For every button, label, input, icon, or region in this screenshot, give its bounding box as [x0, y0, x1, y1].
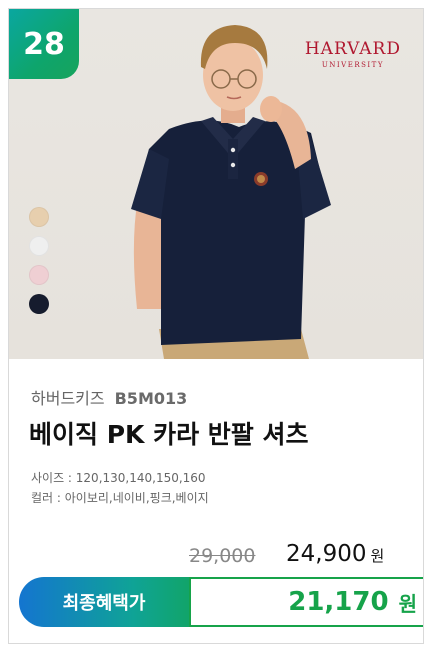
- final-price-unit: 원: [398, 591, 417, 616]
- swatch-navy[interactable]: [29, 294, 49, 314]
- color-info: 컬러 : 아이보리,네이비,핑크,베이지: [31, 491, 209, 505]
- final-price-box: 21,170 원: [189, 577, 423, 627]
- final-price: 21,170: [288, 587, 389, 617]
- sale-price: 24,900: [286, 541, 367, 567]
- brand-logo-sub: UNIVERSITY: [321, 61, 384, 69]
- brand-name: 하버드키즈: [31, 389, 105, 408]
- swatch-ivory[interactable]: [29, 207, 49, 227]
- brand-logo: HARVARD UNIVERSITY: [305, 39, 401, 69]
- size-info: 사이즈 : 120,130,140,150,160: [31, 471, 206, 485]
- sale-price-unit: 원: [370, 547, 385, 565]
- product-code: B5M013: [114, 389, 188, 408]
- product-image[interactable]: 28 HARVARD UNIVERSITY: [9, 9, 423, 359]
- final-price-label: 최종혜택가: [19, 577, 209, 627]
- original-price: 29,000: [189, 545, 256, 567]
- product-title[interactable]: 베이직 PK 카라 반팔 셔츠: [29, 415, 309, 451]
- sale-price-row: 24,900 원: [286, 541, 384, 567]
- brand-line: 하버드키즈 B5M013: [31, 385, 187, 409]
- swatch-white[interactable]: [29, 236, 49, 256]
- product-info: 하버드키즈 B5M013 베이직 PK 카라 반팔 셔츠 사이즈 : 120,13…: [9, 359, 423, 643]
- product-card[interactable]: 28 HARVARD UNIVERSITY 하버드키즈 B5M013 베이직 PK…: [8, 8, 424, 644]
- final-price-banner[interactable]: 최종혜택가 21,170 원: [19, 577, 423, 627]
- brand-logo-name: HARVARD: [304, 39, 401, 59]
- rank-badge: 28: [9, 9, 79, 79]
- color-swatches: [29, 207, 49, 323]
- swatch-pink[interactable]: [29, 265, 49, 285]
